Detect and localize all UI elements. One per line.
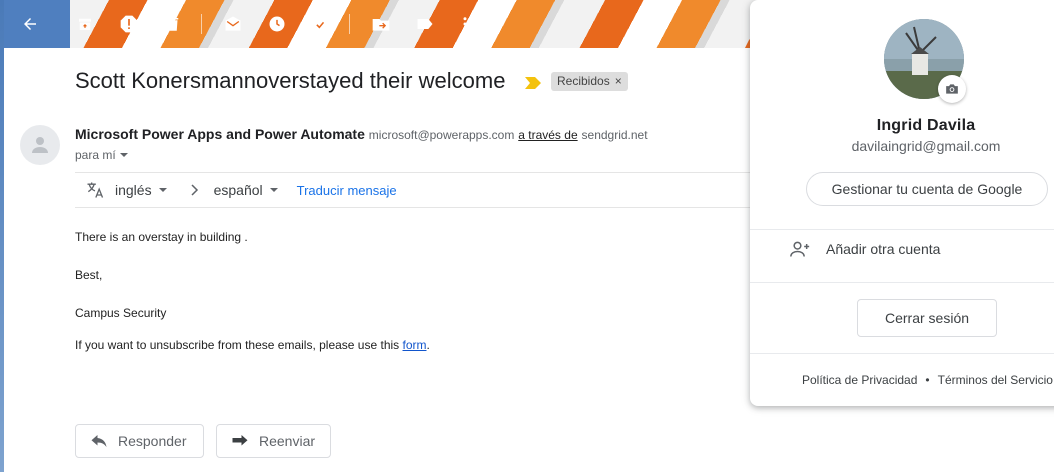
chevron-down-icon bbox=[119, 153, 128, 157]
divider bbox=[750, 282, 1054, 283]
via-link[interactable]: a través de bbox=[518, 128, 577, 142]
recipient-text: para mí bbox=[75, 148, 116, 162]
mail-toolbar bbox=[0, 0, 760, 48]
body-line: Campus Security bbox=[75, 306, 167, 320]
reply-label: Responder bbox=[118, 433, 187, 449]
toolbar-divider bbox=[201, 14, 202, 34]
chevron-down-icon bbox=[158, 188, 167, 192]
add-to-tasks-icon[interactable] bbox=[310, 13, 332, 35]
body-line: There is an overstay in building . bbox=[75, 230, 248, 244]
report-spam-icon[interactable] bbox=[118, 13, 140, 35]
mark-unread-icon[interactable] bbox=[222, 13, 244, 35]
translate-icon bbox=[87, 182, 104, 198]
terms-of-service-link[interactable]: Términos del Servicio bbox=[938, 373, 1053, 387]
chevron-right-icon bbox=[191, 184, 198, 196]
toolbar-divider bbox=[349, 14, 350, 34]
unsubscribe-text: If you want to unsubscribe from these em… bbox=[75, 338, 403, 352]
translate-bar: inglés español Traducir mensaje bbox=[75, 172, 755, 208]
snooze-icon[interactable] bbox=[266, 13, 288, 35]
labels-icon[interactable] bbox=[414, 13, 436, 35]
move-to-icon[interactable] bbox=[370, 13, 392, 35]
unsubscribe-form-link[interactable]: form bbox=[403, 338, 427, 352]
translate-message-link[interactable]: Traducir mensaje bbox=[297, 183, 397, 198]
reply-icon bbox=[91, 435, 107, 447]
camera-icon bbox=[946, 84, 958, 94]
popup-footer: Política de Privacidad • Términos del Se… bbox=[802, 373, 1053, 387]
recipient-dropdown[interactable]: para mí bbox=[75, 148, 129, 162]
label-chip-text: Recibidos bbox=[557, 74, 610, 88]
reply-button[interactable]: Responder bbox=[75, 424, 204, 458]
sender-avatar bbox=[20, 125, 60, 165]
body-line: Best, bbox=[75, 268, 103, 282]
footer-separator: • bbox=[925, 373, 930, 387]
add-account-label: Añadir otra cuenta bbox=[826, 241, 941, 257]
back-arrow-icon[interactable] bbox=[19, 13, 41, 35]
account-name: Ingrid Davila bbox=[876, 117, 976, 134]
via-domain: sendgrid.net bbox=[581, 128, 648, 142]
divider bbox=[750, 229, 1054, 230]
manage-account-button[interactable]: Gestionar tu cuenta de Google bbox=[806, 172, 1048, 206]
source-language-label: inglés bbox=[115, 182, 152, 198]
change-photo-button[interactable] bbox=[938, 75, 966, 103]
target-language-select[interactable]: español bbox=[214, 182, 279, 198]
divider bbox=[750, 353, 1054, 354]
account-email: davilaingrid@gmail.com bbox=[851, 138, 1001, 154]
person-add-icon bbox=[790, 241, 810, 257]
sign-out-button[interactable]: Cerrar sesión bbox=[857, 299, 997, 337]
target-language-label: español bbox=[213, 182, 263, 198]
archive-icon[interactable] bbox=[74, 13, 96, 35]
forward-icon bbox=[232, 435, 248, 446]
add-account-button[interactable]: Añadir otra cuenta bbox=[790, 240, 940, 258]
unsubscribe-line: If you want to unsubscribe from these em… bbox=[75, 338, 430, 352]
sender-line: Microsoft Power Apps and Power Automate … bbox=[75, 126, 648, 142]
delete-icon[interactable] bbox=[162, 13, 184, 35]
label-chip-inbox: Recibidos × bbox=[551, 72, 628, 91]
sender-name[interactable]: Microsoft Power Apps and Power Automate bbox=[75, 126, 365, 142]
forward-label: Reenviar bbox=[259, 433, 316, 449]
account-popup: Ingrid Davila davilaingrid@gmail.com Ges… bbox=[750, 0, 1054, 406]
privacy-policy-link[interactable]: Política de Privacidad bbox=[802, 373, 917, 387]
forward-button[interactable]: Reenviar bbox=[216, 424, 331, 458]
unsubscribe-period: . bbox=[426, 338, 430, 352]
more-vert-icon[interactable] bbox=[454, 13, 476, 35]
remove-label-icon[interactable]: × bbox=[615, 72, 622, 91]
source-language-select[interactable]: inglés bbox=[115, 182, 168, 198]
chevron-down-icon bbox=[269, 188, 278, 192]
person-icon bbox=[32, 137, 48, 153]
sender-email: microsoft@powerapps.com bbox=[368, 128, 515, 142]
important-marker-icon[interactable] bbox=[525, 76, 541, 89]
email-subject: Scott Konersmannoverstayed their welcome bbox=[75, 68, 506, 93]
